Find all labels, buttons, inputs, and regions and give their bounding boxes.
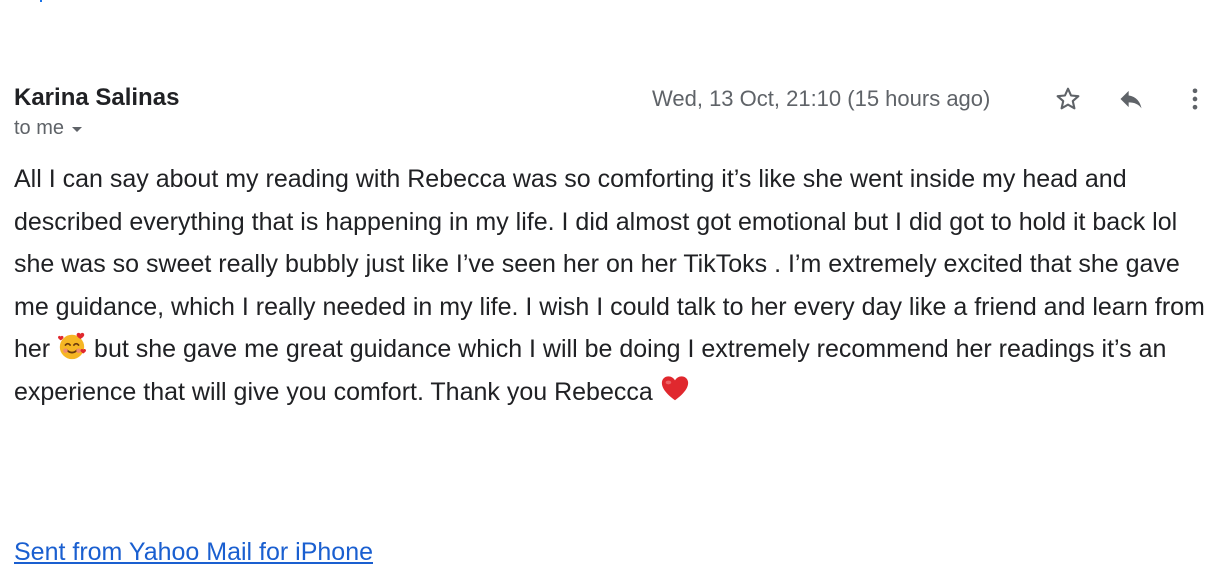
vertical-dots-icon [1192,88,1198,110]
star-outline-icon [1056,87,1080,110]
message-body: All I can say about my reading with Rebe… [14,158,1219,413]
yahoo-signature-link[interactable]: Sent from Yahoo Mail for iPhone [14,538,373,567]
reply-button[interactable] [1116,84,1146,114]
sender-name: Karina Salinas [14,84,180,111]
top-edge-mark [40,0,42,2]
caret-down-icon [72,127,83,132]
message-body-text-1: All I can say about my reading with Rebe… [14,165,1205,363]
more-options-button[interactable] [1180,84,1210,114]
recipient-label: to me [14,117,65,139]
message-timestamp: Wed, 13 Oct, 21:10 (15 hours ago) [652,86,991,111]
star-button[interactable] [1053,84,1083,114]
message-body-text-2: but she gave me great guidance which I w… [14,335,1167,406]
red-heart-emoji [661,375,688,400]
reply-arrow-icon [1120,90,1142,109]
smiling-face-with-hearts-emoji [58,332,87,360]
recipient-details-toggle[interactable]: to me [14,117,83,140]
